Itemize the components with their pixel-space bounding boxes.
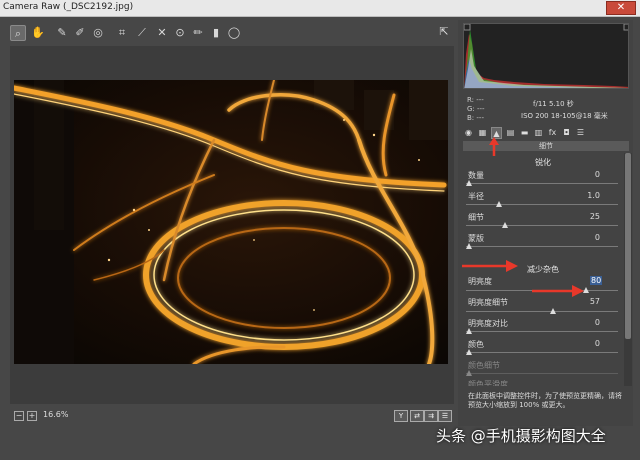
adjustment-brush-icon[interactable]: ✏: [190, 25, 206, 41]
histogram: [463, 23, 629, 89]
zoom-in-button[interactable]: +: [27, 411, 37, 421]
color-value[interactable]: 0: [560, 339, 600, 348]
hand-icon[interactable]: ✋: [30, 25, 46, 41]
sharpen-masking-slider[interactable]: [466, 246, 618, 247]
sharpen-detail-slider[interactable]: [466, 225, 618, 226]
luminance-detail-label: 明亮度细节: [468, 298, 508, 307]
panel-scrollbar[interactable]: [624, 153, 632, 386]
zoom-out-button[interactable]: −: [14, 411, 24, 421]
luminance-detail-thumb[interactable]: [550, 308, 556, 314]
color-thumb[interactable]: [466, 349, 472, 355]
luminance-contrast-slider[interactable]: [466, 331, 618, 332]
night-highway-photo: [14, 80, 448, 364]
eyedropper-icon[interactable]: ✎: [54, 25, 70, 41]
color-sampler-icon[interactable]: ✐: [72, 25, 88, 41]
close-icon[interactable]: ✕: [606, 1, 636, 15]
open-preferences-icon[interactable]: ⇱: [437, 25, 451, 39]
tab-split-toning-icon[interactable]: ▬: [519, 127, 530, 139]
graduated-filter-icon[interactable]: ▮: [208, 25, 224, 41]
readout-g: G: ---: [467, 105, 485, 113]
histogram-graph: [464, 24, 628, 88]
tab-presets-icon[interactable]: ☰: [575, 127, 586, 139]
crop-icon[interactable]: ⌗: [114, 25, 130, 41]
title-bar: Camera Raw (_DSC2192.jpg) ✕: [0, 0, 640, 17]
sharpen-detail-label: 细节: [468, 213, 484, 222]
sharpen-amount-value[interactable]: 0: [560, 170, 600, 179]
sharpen-radius-label: 半径: [468, 192, 484, 201]
sharpen-radius-thumb[interactable]: [496, 201, 502, 207]
straighten-icon[interactable]: ⟋: [134, 25, 150, 41]
watermark: 头条 @手机摄影构图大全: [436, 427, 606, 445]
sharpen-amount-slider[interactable]: [466, 183, 618, 184]
readout-b: B: ---: [467, 114, 484, 122]
sharpen-detail-thumb[interactable]: [502, 222, 508, 228]
readout-r: R: ---: [467, 96, 484, 104]
luminance-contrast-thumb[interactable]: [466, 328, 472, 334]
copy-settings-icon[interactable]: ⇉: [424, 410, 438, 422]
sharpen-title: 锐化: [535, 158, 551, 167]
swap-view-icon[interactable]: ⇄: [410, 410, 424, 422]
spot-removal-icon[interactable]: ✕: [154, 25, 170, 41]
color-slider[interactable]: [466, 352, 618, 353]
color-detail-slider: [466, 373, 618, 374]
tab-hsl-icon[interactable]: ▤: [505, 127, 516, 139]
exif-aperture-time: f/11 5.10 秒: [533, 100, 574, 108]
window-title: Camera Raw (_DSC2192.jpg): [3, 2, 134, 12]
luminance-value[interactable]: 80: [590, 276, 602, 285]
color-detail-thumb: [466, 370, 472, 376]
luminance-contrast-value[interactable]: 0: [560, 318, 600, 327]
tab-lens-icon[interactable]: ▥: [533, 127, 544, 139]
scrollbar-thumb[interactable]: [625, 153, 631, 339]
zoom-icon[interactable]: ⌕: [10, 25, 26, 41]
tab-tone-curve-icon[interactable]: ▦: [477, 127, 488, 139]
before-after-view-button[interactable]: Y: [394, 410, 408, 422]
luminance-detail-slider[interactable]: [466, 311, 618, 312]
preview-canvas[interactable]: [10, 46, 454, 404]
arrow-up-icon: [489, 137, 499, 156]
radial-filter-icon[interactable]: ◯: [226, 25, 242, 41]
sharpen-detail-value[interactable]: 25: [560, 212, 600, 221]
luminance-detail-value[interactable]: 57: [560, 297, 600, 306]
color-detail-label: 颜色细节: [468, 361, 500, 370]
toolbar: ⌕ ✋ ✎ ✐ ◎ ⌗ ⟋ ✕ ⊙ ✏ ▮ ◯: [10, 23, 454, 43]
sharpen-radius-slider[interactable]: [466, 204, 618, 205]
sharpen-masking-thumb[interactable]: [466, 243, 472, 249]
sharpen-masking-value[interactable]: 0: [560, 233, 600, 242]
red-eye-icon[interactable]: ⊙: [172, 25, 188, 41]
luminance-contrast-label: 明亮度对比: [468, 319, 508, 328]
preview-photo: [14, 80, 448, 364]
exif-iso-lens: ISO 200 18-105@18 毫米: [521, 112, 608, 120]
zoom-level[interactable]: 16.6%: [43, 410, 68, 419]
status-bar: − + 16.6% Y ⇄ ⇉ ☰: [10, 406, 454, 426]
arrow-right-icon: [532, 285, 584, 297]
sharpen-amount-thumb[interactable]: [466, 180, 472, 186]
info-area: R: --- G: --- B: --- f/11 5.10 秒 ISO 200…: [463, 93, 629, 123]
tab-basic-icon[interactable]: ◉: [463, 127, 474, 139]
tab-camera-calibration-icon[interactable]: ◘: [561, 127, 572, 139]
panel-hint: 在此面板中调整控件时，为了使预览更精确，请将预览大小缩放到 100% 或更大。: [468, 392, 622, 409]
color-smoothness-label: 颜色平滑度: [468, 380, 508, 386]
luminance-label: 明亮度: [468, 277, 492, 286]
sharpen-radius-value[interactable]: 1.0: [560, 191, 600, 200]
toggle-settings-icon[interactable]: ☰: [438, 410, 452, 422]
target-adjust-icon[interactable]: ◎: [90, 25, 106, 41]
tab-effects-icon[interactable]: fx: [547, 127, 558, 139]
arrow-right-icon: [462, 260, 518, 272]
